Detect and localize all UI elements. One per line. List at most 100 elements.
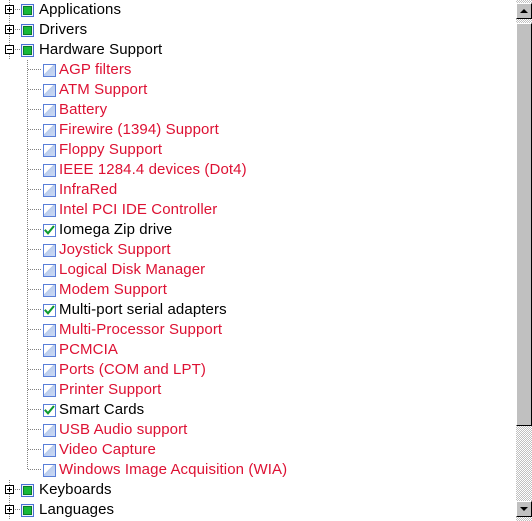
tree-guide-line (27, 140, 28, 160)
unchecked-box-icon[interactable] (43, 244, 56, 257)
tree-guide-line (28, 449, 42, 450)
tree-guide-line (28, 209, 42, 210)
tree-guide-line (27, 420, 28, 440)
tree-guide-line (27, 120, 28, 140)
tree-row-label: Video Capture (59, 441, 156, 458)
tree-row-label: Modem Support (59, 281, 168, 298)
tree-guide-line (27, 340, 28, 360)
tree-row[interactable]: Printer Support (0, 380, 502, 400)
unchecked-box-icon[interactable] (43, 384, 56, 397)
unchecked-box-icon[interactable] (43, 424, 56, 437)
tree-row[interactable]: Ports (COM and LPT) (0, 360, 502, 380)
parent-node-icon[interactable] (21, 504, 34, 517)
unchecked-box-icon[interactable] (43, 104, 56, 117)
unchecked-box-icon[interactable] (43, 124, 56, 137)
tree-row[interactable]: Smart Cards (0, 400, 502, 420)
unchecked-box-icon[interactable] (43, 164, 56, 177)
tree-row[interactable]: Windows Image Acquisition (WIA) (0, 460, 502, 480)
tree-row[interactable]: IEEE 1284.4 devices (Dot4) (0, 160, 502, 180)
scroll-down-button[interactable] (516, 501, 532, 517)
tree-guide-line (27, 100, 28, 120)
tree-row-label: Firewire (1394) Support (59, 121, 219, 138)
collapse-node-icon[interactable] (5, 45, 14, 54)
tree-row-label: Languages (39, 501, 115, 518)
unchecked-box-icon[interactable] (43, 444, 56, 457)
tree-row-label: AGP filters (59, 61, 132, 78)
tree-row[interactable]: Battery (0, 100, 502, 120)
checked-box-icon[interactable] (43, 304, 56, 317)
checked-box-icon[interactable] (43, 224, 56, 237)
unchecked-box-icon[interactable] (43, 464, 56, 477)
parent-node-icon[interactable] (21, 24, 34, 37)
tree-row[interactable]: USB Audio support (0, 420, 502, 440)
scrollbar-thumb[interactable] (516, 23, 532, 426)
tree-row[interactable]: Languages (0, 500, 502, 520)
tree-row[interactable]: Drivers (0, 20, 502, 40)
tree-guide-line (28, 189, 42, 190)
tree-row-label: Intel PCI IDE Controller (59, 201, 218, 218)
unchecked-box-icon[interactable] (43, 144, 56, 157)
tree-row[interactable]: PCMCIA (0, 340, 502, 360)
tree-guide-line (27, 280, 28, 300)
scroll-up-arrow-icon (520, 9, 528, 13)
tree-row[interactable]: Intel PCI IDE Controller (0, 200, 502, 220)
unchecked-box-icon[interactable] (43, 324, 56, 337)
tree-row[interactable]: Iomega Zip drive (0, 220, 502, 240)
tree-row-label: Multi-Processor Support (59, 321, 223, 338)
tree-row[interactable]: Firewire (1394) Support (0, 120, 502, 140)
expand-node-icon[interactable] (5, 485, 14, 494)
parent-node-icon[interactable] (21, 484, 34, 497)
tree-guide-line (28, 89, 42, 90)
tree-row[interactable]: Floppy Support (0, 140, 502, 160)
tree-guide-line (28, 329, 42, 330)
tree-row[interactable]: Hardware Support (0, 40, 502, 60)
unchecked-box-icon[interactable] (43, 264, 56, 277)
tree-row[interactable]: Multi-port serial adapters (0, 300, 502, 320)
tree-row[interactable]: ATM Support (0, 80, 502, 100)
tree-row-label: PCMCIA (59, 341, 118, 358)
unchecked-box-icon[interactable] (43, 84, 56, 97)
tree-guide-line (27, 320, 28, 340)
unchecked-box-icon[interactable] (43, 184, 56, 197)
expand-node-icon[interactable] (5, 505, 14, 514)
tree-row-label: Printer Support (59, 381, 162, 398)
tree-guide-line (27, 400, 28, 420)
tree-guide-line (27, 60, 28, 80)
tree-guide-line (28, 69, 42, 70)
tree-guide-line (27, 240, 28, 260)
tree-guide-line (27, 380, 28, 400)
feature-tree-panel[interactable]: Applications Drivers Hardware Support AGP f… (0, 0, 502, 521)
tree-row[interactable]: InfraRed (0, 180, 502, 200)
tree-row[interactable]: Applications (0, 0, 502, 20)
tree-row-label: InfraRed (59, 181, 118, 198)
tree-row[interactable]: Video Capture (0, 440, 502, 460)
unchecked-box-icon[interactable] (43, 344, 56, 357)
checked-box-icon[interactable] (43, 404, 56, 417)
expand-node-icon[interactable] (5, 25, 14, 34)
tree-row[interactable]: AGP filters (0, 60, 502, 80)
tree-guide-line (27, 180, 28, 200)
tree-guide-line (27, 80, 28, 100)
tree-row[interactable]: Joystick Support (0, 240, 502, 260)
tree-row[interactable]: Keyboards (0, 480, 502, 500)
parent-node-icon[interactable] (21, 4, 34, 17)
unchecked-box-icon[interactable] (43, 284, 56, 297)
vertical-scrollbar[interactable] (502, 0, 532, 521)
unchecked-box-icon[interactable] (43, 364, 56, 377)
tree-row-label: ATM Support (59, 81, 148, 98)
tree-guide-line (27, 300, 28, 320)
tree-guide-line (28, 309, 42, 310)
parent-node-icon[interactable] (21, 44, 34, 57)
scroll-up-button[interactable] (516, 3, 532, 19)
unchecked-box-icon[interactable] (43, 64, 56, 77)
tree-row[interactable]: Multi-Processor Support (0, 320, 502, 340)
tree-guide-line (28, 409, 42, 410)
tree-guide-line (27, 220, 28, 240)
tree-guide-line (27, 260, 28, 280)
unchecked-box-icon[interactable] (43, 204, 56, 217)
tree-guide-line (28, 269, 42, 270)
tree-row-label: Ports (COM and LPT) (59, 361, 206, 378)
tree-row[interactable]: Modem Support (0, 280, 502, 300)
expand-node-icon[interactable] (5, 5, 14, 14)
tree-row[interactable]: Logical Disk Manager (0, 260, 502, 280)
